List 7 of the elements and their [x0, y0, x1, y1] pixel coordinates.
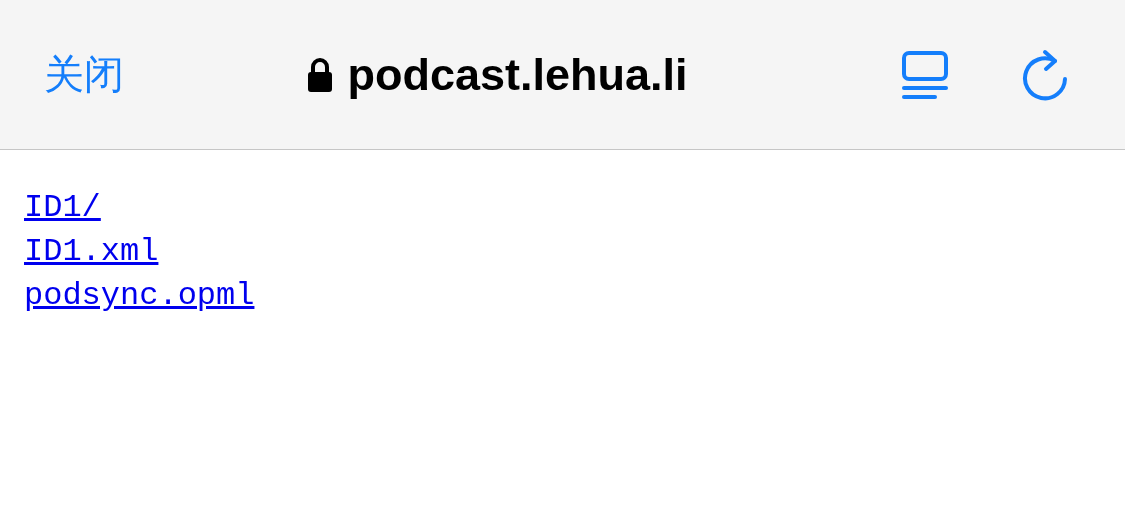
- reload-icon[interactable]: [1021, 48, 1069, 101]
- file-link[interactable]: podsync.opml: [24, 274, 255, 318]
- url-text[interactable]: podcast.lehua.li: [347, 48, 688, 101]
- close-button[interactable]: 关闭: [44, 47, 124, 102]
- file-link[interactable]: ID1.xml: [24, 230, 159, 274]
- file-link[interactable]: ID1/: [24, 186, 101, 230]
- reader-icon[interactable]: [901, 49, 949, 100]
